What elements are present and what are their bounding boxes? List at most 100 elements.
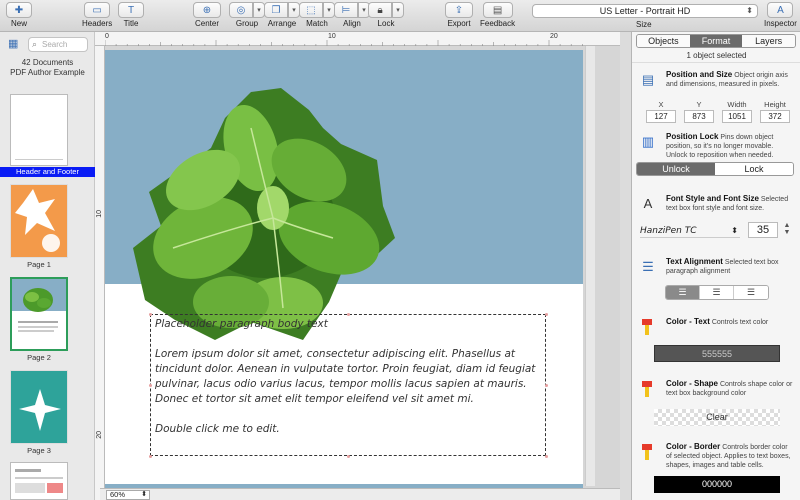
text-alignment-section: ☰ Text Alignment Selected text box parag… xyxy=(638,257,796,303)
section-title: Text Alignment xyxy=(666,257,723,266)
lock-option-button[interactable]: Lock xyxy=(715,163,793,175)
inspector-tabs: Objects Format Layers xyxy=(636,34,796,48)
section-title: Position and Size xyxy=(666,70,733,79)
canvas-area[interactable]: 0 10 20 10 20 Placeholder paragraph body… xyxy=(95,32,620,500)
page-thumbnail-2[interactable]: Page 2 xyxy=(10,277,68,362)
search-icon: ⌕ xyxy=(32,39,38,49)
color-shape-section: Color - Shape Controls shape color or te… xyxy=(638,379,796,429)
canvas-vertical-scrollbar[interactable] xyxy=(585,46,595,486)
vertical-ruler: 10 20 xyxy=(95,46,105,500)
grid-view-icon[interactable]: ▦ xyxy=(8,38,22,50)
y-field[interactable]: 873 xyxy=(684,110,714,123)
align-right-button[interactable]: ☰ xyxy=(734,286,768,299)
resize-handle[interactable] xyxy=(347,313,350,316)
page-size-select[interactable]: US Letter - Portrait HD ⬍ xyxy=(532,4,758,18)
zoom-select[interactable]: 60% ⬍ xyxy=(106,490,150,500)
inspector-panel: Objects Format Layers 1 object selected … xyxy=(631,32,800,500)
document-name: PDF Author Example xyxy=(10,68,85,77)
resize-handle[interactable] xyxy=(545,313,548,316)
toolbar: ✚ New ▭ Headers T Title ⊕ Center ◎ ▾ Group ❐ ▾ A… xyxy=(0,0,800,32)
tab-objects[interactable]: Objects xyxy=(637,35,690,47)
position-fields: X 127 Y 873 Width 1051 Height 372 xyxy=(646,100,790,123)
export-button[interactable]: ⇪ Export xyxy=(445,2,473,28)
plant-image[interactable] xyxy=(133,88,401,340)
feedback-button[interactable]: ▤ Feedback xyxy=(480,2,515,28)
section-title: Font Style and Font Size xyxy=(666,194,759,203)
page-thumbnail-3[interactable]: Page 3 xyxy=(10,370,68,455)
width-field[interactable]: 1051 xyxy=(722,110,752,123)
shape-color-swatch[interactable]: Clear xyxy=(654,409,780,426)
page-thumbnail-header-footer[interactable] xyxy=(10,94,68,166)
paint-brush-icon xyxy=(642,444,652,460)
title-button[interactable]: T Title xyxy=(118,2,144,28)
position-lock-section: ▥ Position Lock Pins down object positio… xyxy=(636,132,796,182)
resize-handle[interactable] xyxy=(545,455,548,458)
updown-chevron-icon: ⬍ xyxy=(141,491,147,498)
search-input[interactable]: ⌕ Search xyxy=(28,37,88,52)
unlock-button[interactable]: Unlock xyxy=(637,163,715,175)
page-thumbnail-1[interactable]: Page 1 xyxy=(10,184,68,269)
horizontal-ruler: 0 10 20 xyxy=(95,32,620,46)
document-page[interactable]: Placeholder paragraph body text Lorem ip… xyxy=(105,50,583,490)
font-icon: A xyxy=(643,196,653,211)
font-family-select[interactable]: HanziPen TC ⬍ xyxy=(640,224,740,238)
group-icon: ◎ xyxy=(229,2,253,18)
resize-handle[interactable] xyxy=(149,455,152,458)
resize-handle[interactable] xyxy=(545,384,548,387)
text-box-title: Placeholder paragraph body text xyxy=(155,318,328,330)
resize-handle[interactable] xyxy=(347,455,350,458)
center-icon: ⊕ xyxy=(193,2,221,18)
inspector-button[interactable]: A Inspector xyxy=(764,2,797,28)
tab-layers[interactable]: Layers xyxy=(742,35,795,47)
four-point-star-icon xyxy=(19,389,61,431)
color-text-section: Color - Text Controls text color 555555 xyxy=(638,317,796,367)
border-color-swatch[interactable]: 000000 xyxy=(654,476,780,493)
new-button[interactable]: ✚ New xyxy=(6,2,32,28)
align-button[interactable]: ⊨ ▾ Align xyxy=(334,2,370,28)
font-size-stepper[interactable]: ▲ ▼ xyxy=(782,222,792,238)
section-title: Color - Border xyxy=(666,442,721,451)
color-border-section: Color - Border Controls border color of … xyxy=(638,442,796,498)
match-icon: ⬚ xyxy=(299,2,323,18)
resize-handle[interactable] xyxy=(149,313,152,316)
font-section: A Font Style and Font Size Selected text… xyxy=(638,194,796,244)
inspector-icon: A xyxy=(767,2,794,18)
headers-button[interactable]: ▭ Headers xyxy=(82,2,112,28)
updown-chevron-icon: ⬍ xyxy=(731,226,738,235)
page-label: Page 3 xyxy=(27,446,51,455)
match-button[interactable]: ⬚ ▾ Match xyxy=(299,2,335,28)
align-center-button[interactable]: ☰ xyxy=(700,286,734,299)
text-box-body: Lorem ipsum dolor sit amet, consectetur … xyxy=(155,348,536,405)
chevron-down-icon: ▾ xyxy=(392,2,404,18)
paragraph-alignment-icon: ☰ xyxy=(642,259,654,274)
plant-thumbnail-icon xyxy=(23,288,53,312)
align-left-button[interactable]: ☰ xyxy=(666,286,700,299)
updown-chevron-icon: ⬍ xyxy=(746,6,753,15)
paint-brush-icon xyxy=(642,319,652,335)
headers-icon: ▭ xyxy=(84,2,111,18)
section-title: Color - Text xyxy=(666,317,710,326)
page-thumbnail-4[interactable] xyxy=(10,462,68,500)
font-size-field[interactable]: 35 xyxy=(748,222,778,238)
lock-toggle: Unlock Lock xyxy=(636,162,794,176)
section-title: Color - Shape xyxy=(666,379,719,388)
arrange-button[interactable]: ❐ ▾ Arrange xyxy=(264,2,300,28)
ruler-ticks xyxy=(105,40,583,46)
text-color-swatch[interactable]: 555555 xyxy=(654,345,780,362)
new-icon: ✚ xyxy=(6,2,32,18)
text-box-hint: Double click me to edit. xyxy=(155,423,280,435)
group-button[interactable]: ◎ ▾ Group xyxy=(229,2,265,28)
tab-format[interactable]: Format xyxy=(689,35,743,47)
page-label-header-footer: Header and Footer xyxy=(0,167,95,177)
x-field[interactable]: 127 xyxy=(646,110,676,123)
height-field[interactable]: 372 xyxy=(760,110,790,123)
text-box[interactable]: Placeholder paragraph body text Lorem ip… xyxy=(150,314,546,456)
lock-icon: 🔒︎ xyxy=(368,2,392,18)
feedback-icon: ▤ xyxy=(482,2,513,18)
lock-button[interactable]: 🔒︎ ▾ Lock xyxy=(368,2,404,28)
section-title: Position Lock xyxy=(666,132,719,141)
center-button[interactable]: ⊕ Center xyxy=(193,2,221,28)
resize-handle[interactable] xyxy=(149,384,152,387)
lock-columns-icon: ▥ xyxy=(641,134,655,149)
selection-status: 1 object selected xyxy=(632,51,800,63)
